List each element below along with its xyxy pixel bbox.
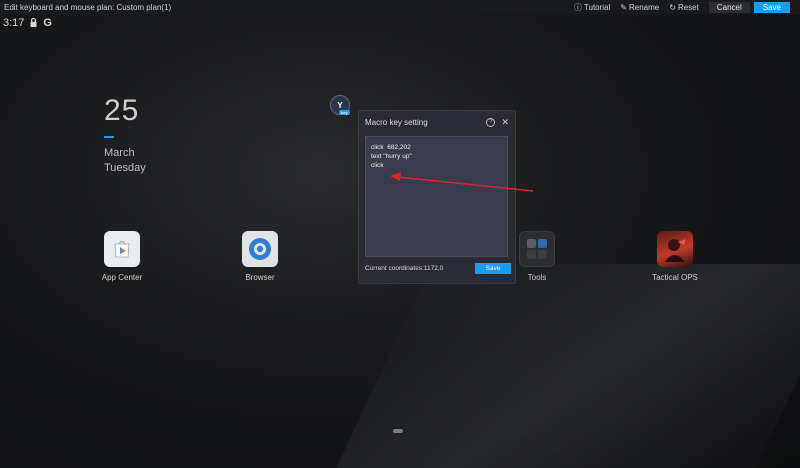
macro-key-badge[interactable]: Y key [330, 95, 350, 115]
app-label: Tools [527, 273, 547, 282]
date-accent-line [104, 136, 114, 138]
macro-key-sub: key [339, 110, 350, 115]
rename-button[interactable]: ✎ Rename [620, 3, 659, 12]
app-label: App Center [101, 273, 143, 282]
question-icon[interactable]: ? [486, 117, 496, 127]
reset-button[interactable]: ↻ Reset [669, 3, 699, 12]
date-month: March [104, 147, 135, 159]
app-tools[interactable]: Tools [507, 231, 567, 282]
dialog-title: Macro key setting [365, 117, 428, 127]
window-title: Edit keyboard and mouse plan: Custom pla… [4, 2, 172, 12]
date-widget[interactable]: 25 March Tuesday [104, 94, 146, 176]
date-day: 25 [104, 94, 140, 127]
app-label: Tactical OPS [652, 273, 698, 282]
dialog-save-button[interactable]: Save [475, 263, 511, 274]
dialog-header: Macro key setting ? ✕ [359, 111, 515, 133]
app-tactical-ops[interactable]: Tactical OPS [645, 231, 705, 282]
clock: 3:17 [3, 17, 25, 29]
google-icon: G [43, 17, 52, 29]
title-bar: Edit keyboard and mouse plan: Custom pla… [0, 0, 800, 14]
date-weekday: Tuesday [104, 162, 146, 174]
tutorial-label: Tutorial [583, 2, 611, 12]
wallpaper-shape [328, 264, 800, 468]
app-label: Browser [245, 273, 275, 282]
refresh-icon: ↻ [669, 2, 676, 12]
help-circle-icon: ⓘ [573, 2, 582, 12]
save-button[interactable]: Save [753, 1, 790, 13]
dialog-footer: Current coordinates:1172,0 Save [365, 263, 511, 274]
tutorial-button[interactable]: ⓘ Tutorial [574, 2, 610, 13]
macro-script-editor[interactable]: click 682,202 text "hurry up" click [365, 136, 508, 257]
tactical-ops-icon [657, 231, 693, 267]
cancel-button[interactable]: Cancel [708, 1, 750, 13]
lock-icon [30, 17, 37, 29]
play-store-icon [104, 231, 140, 267]
browser-icon [242, 231, 278, 267]
pencil-icon: ✎ [620, 2, 627, 12]
status-bar: 3:17 G [3, 17, 52, 29]
home-indicator[interactable] [393, 429, 403, 433]
app-app-center[interactable]: App Center [92, 231, 152, 282]
close-icon[interactable]: ✕ [501, 117, 509, 128]
tools-folder-icon [519, 231, 555, 267]
macro-key-dialog: Macro key setting ? ✕ click 682,202 text… [358, 110, 516, 284]
current-coordinates: Current coordinates:1172,0 [365, 265, 444, 272]
rename-label: Rename [629, 2, 660, 12]
reset-label: Reset [677, 2, 699, 12]
macro-key-letter: Y [337, 100, 343, 110]
app-browser[interactable]: Browser [230, 231, 290, 282]
